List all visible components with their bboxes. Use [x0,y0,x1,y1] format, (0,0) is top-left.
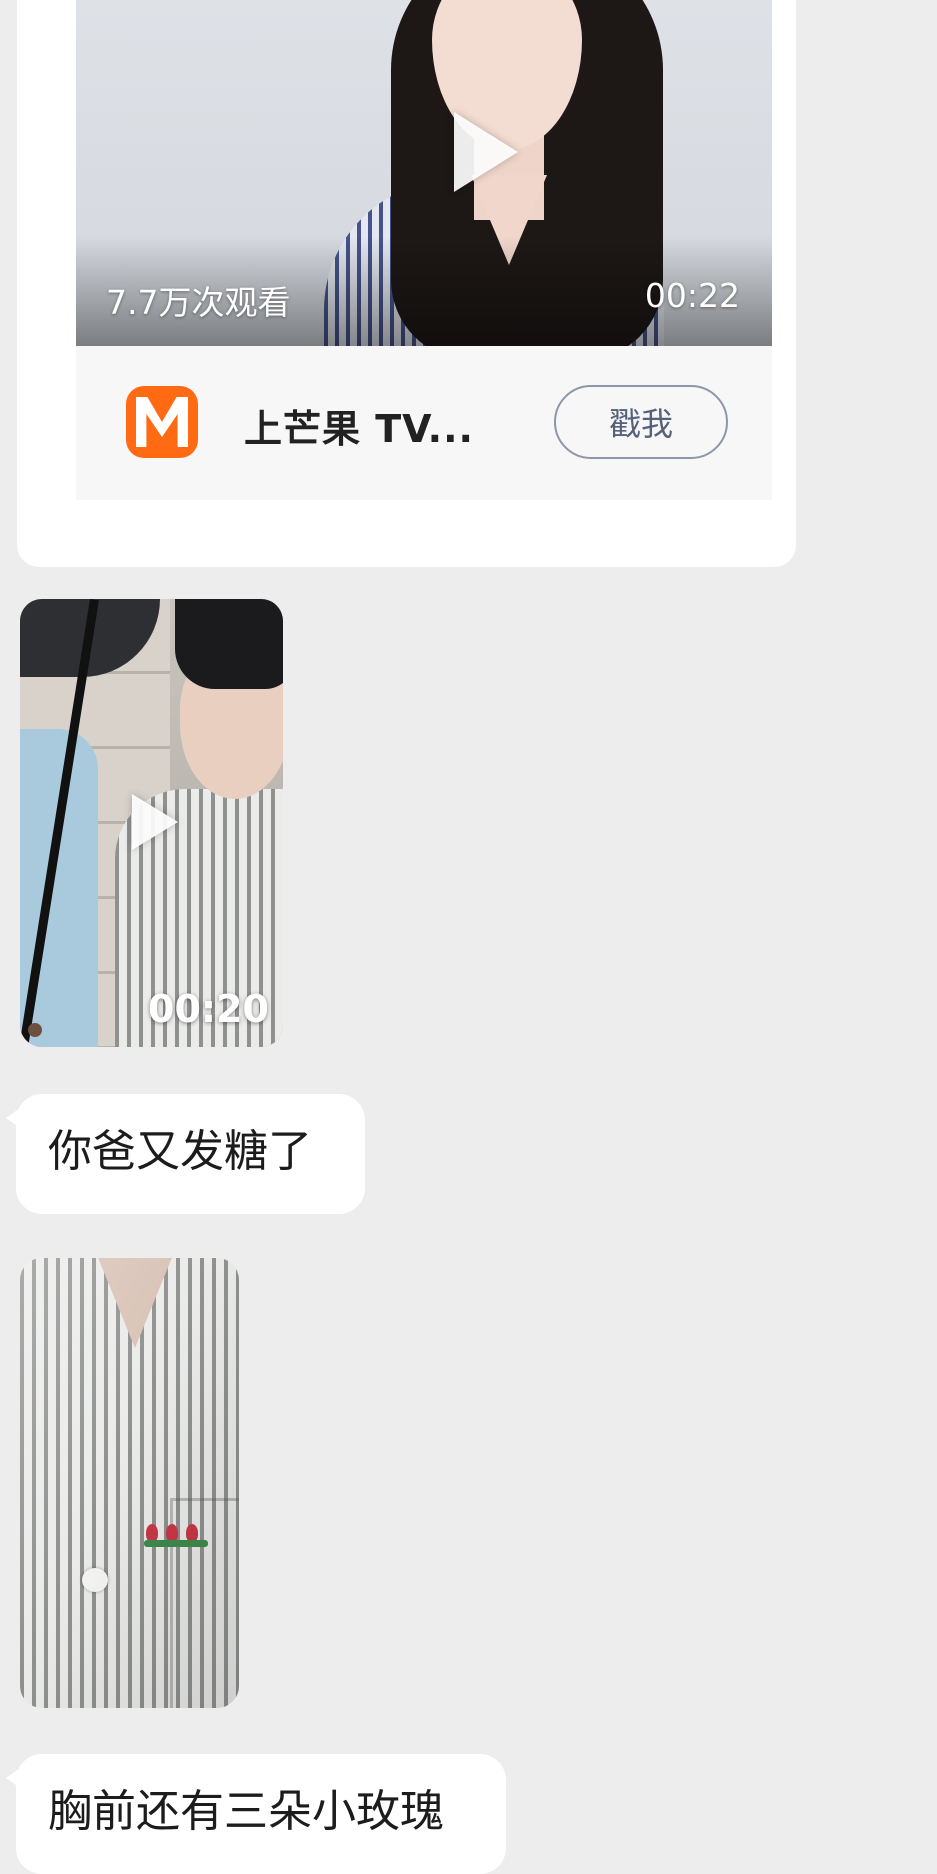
play-icon[interactable] [132,794,178,850]
card-source-bar[interactable]: 上芒果 TV... 戳我 [76,346,772,500]
video-message[interactable]: 00:20 [20,599,283,1047]
poke-button[interactable]: 戳我 [554,385,728,459]
image-message[interactable] [20,1258,239,1708]
shared-video-card[interactable]: 7.7万次观看 00:22 上芒果 TV... 戳我 [17,0,796,567]
play-icon[interactable] [454,112,518,192]
video-thumbnail[interactable]: 7.7万次观看 00:22 [76,0,772,346]
avatar [28,1023,42,1037]
view-count: 7.7万次观看 [106,283,291,322]
mgtv-logo-icon [126,386,198,458]
message-text: 胸前还有三朵小玫瑰 [48,1786,444,1837]
message-text: 你爸又发糖了 [48,1126,312,1177]
video-duration: 00:22 [644,276,740,315]
image-shade [20,1258,239,1708]
video-man-hair [175,599,283,689]
source-name: 上芒果 TV... [244,407,474,451]
message-bubble[interactable]: 胸前还有三朵小玫瑰 [6,1754,506,1874]
message-bubble[interactable]: 你爸又发糖了 [6,1094,365,1214]
video-duration: 00:20 [148,987,269,1031]
